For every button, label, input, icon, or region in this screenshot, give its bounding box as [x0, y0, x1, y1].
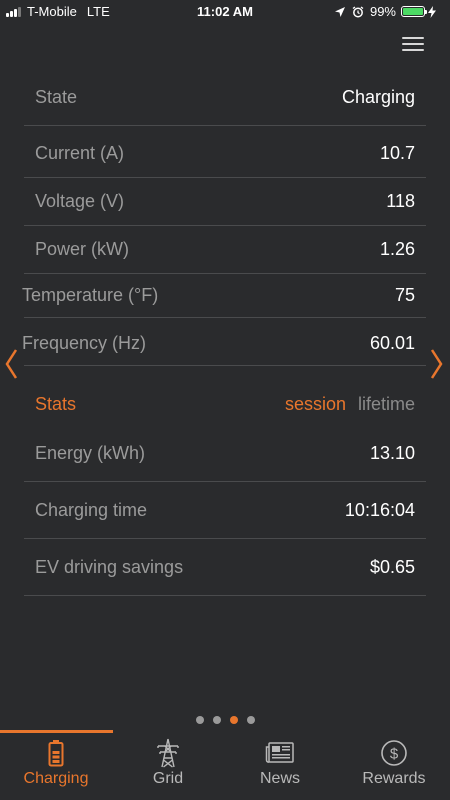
dollar-coin-icon: $	[381, 740, 407, 766]
svg-text:$: $	[390, 746, 399, 763]
voltage-label: Voltage (V)	[35, 191, 125, 211]
tab-grid-label: Grid	[152, 770, 184, 787]
frequency-value: 60.01	[369, 333, 415, 353]
voltage-value: 118	[386, 191, 415, 211]
hamburger-icon-bar	[402, 43, 424, 45]
tab-rewards[interactable]: $ Rewards	[338, 734, 450, 800]
status-right: 99%	[334, 4, 442, 19]
temperature-row: Temperature (°F) 75	[22, 274, 426, 318]
stats-tabs: session lifetime	[285, 394, 426, 415]
tab-news[interactable]: News	[224, 734, 336, 800]
energy-value: 13.10	[369, 443, 415, 463]
previous-page-button[interactable]	[4, 348, 18, 380]
hamburger-icon	[402, 37, 424, 39]
page-dot[interactable]	[212, 716, 221, 724]
tab-charging[interactable]: Charging	[0, 734, 112, 800]
active-tab-indicator	[0, 730, 113, 733]
page-dot[interactable]	[195, 716, 204, 724]
energy-label: Energy (kWh)	[35, 443, 146, 463]
frequency-label: Frequency (Hz)	[22, 333, 147, 353]
savings-label: EV driving savings	[35, 557, 184, 577]
bolt-icon	[428, 5, 436, 18]
temperature-value: 75	[394, 285, 415, 305]
next-page-button[interactable]	[430, 348, 444, 380]
page-dot[interactable]	[246, 716, 255, 724]
state-row: State Charging	[24, 70, 426, 126]
stats-header: Stats session lifetime	[24, 386, 426, 422]
tab-charging-label: Charging	[23, 770, 89, 787]
newspaper-icon	[265, 742, 294, 763]
tab-rewards-label: Rewards	[362, 770, 426, 787]
alarm-icon	[352, 5, 364, 17]
temperature-label: Temperature (°F)	[22, 285, 159, 305]
charging-time-row: Charging time 10:16:04	[24, 483, 426, 539]
battery-icon	[401, 6, 427, 17]
frequency-row: Frequency (Hz) 60.01	[22, 322, 426, 366]
current-label: Current (A)	[35, 143, 125, 163]
tab-grid[interactable]: Grid	[112, 734, 224, 800]
hamburger-icon-bar	[402, 49, 424, 51]
voltage-row: Voltage (V) 118	[24, 178, 426, 226]
energy-row: Energy (kWh) 13.10	[24, 426, 426, 482]
chevron-left-icon	[5, 349, 18, 379]
state-label: State	[35, 87, 78, 107]
power-row: Power (kW) 1.26	[24, 226, 426, 274]
savings-row: EV driving savings $0.65	[24, 540, 426, 596]
current-value: 10.7	[379, 143, 415, 163]
power-value: 1.26	[379, 239, 415, 259]
stats-tab-session[interactable]: session	[285, 394, 346, 415]
current-row: Current (A) 10.7	[24, 130, 426, 178]
state-value: Charging	[341, 87, 415, 107]
chevron-right-icon	[430, 349, 443, 379]
battery-icon	[48, 740, 64, 767]
stats-tab-lifetime[interactable]: lifetime	[358, 394, 415, 415]
battery-percent: 99%	[369, 4, 396, 19]
tab-news-label: News	[259, 770, 300, 787]
charging-time-value: 10:16:04	[344, 500, 415, 520]
bottom-tab-bar: Charging Grid News $ Rewards	[0, 730, 450, 800]
power-tower-icon	[157, 738, 179, 768]
stats-title: Stats	[35, 393, 77, 414]
power-label: Power (kW)	[35, 239, 129, 259]
page-indicator	[0, 716, 450, 724]
location-arrow-icon	[334, 6, 345, 17]
savings-value: $0.65	[369, 557, 415, 577]
page-dot-active[interactable]	[229, 716, 238, 724]
status-bar: T-Mobile LTE 11:02 AM 99%	[0, 0, 450, 24]
hamburger-menu-button[interactable]	[402, 37, 424, 55]
charging-time-label: Charging time	[35, 500, 148, 520]
